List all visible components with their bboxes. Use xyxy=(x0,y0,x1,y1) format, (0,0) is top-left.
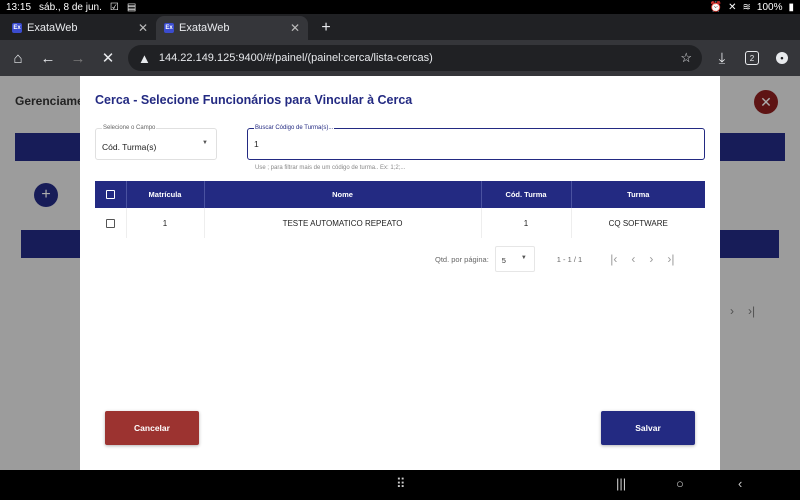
apps-grid-icon[interactable]: ⠿ xyxy=(396,476,406,492)
forward-icon[interactable]: → xyxy=(66,46,90,70)
cell-nome: TESTE AUTOMATICO REPEATO xyxy=(204,208,482,238)
address-bar[interactable]: ▲ 144.22.149.125:9400/#/painel/(painel:c… xyxy=(128,45,702,71)
back-icon[interactable]: ← xyxy=(36,46,60,70)
exataweb-favicon-icon: Ex xyxy=(164,23,174,33)
exataweb-favicon-icon: Ex xyxy=(12,23,22,33)
close-tab-icon[interactable]: ✕ xyxy=(138,21,148,35)
browser-toolbar: ⌂ ← → ✕ ▲ 144.22.149.125:9400/#/painel/(… xyxy=(0,40,800,76)
row-checkbox[interactable] xyxy=(105,218,115,228)
row-select-cell xyxy=(95,208,127,238)
page-range: 1 - 1 / 1 xyxy=(556,254,583,264)
last-page-icon[interactable]: ›| xyxy=(667,252,674,266)
chevron-down-icon: ▼ xyxy=(520,255,527,261)
save-button[interactable]: Salvar xyxy=(601,411,695,445)
document-notification-icon: ▤ xyxy=(126,1,137,13)
recents-icon[interactable]: ||| xyxy=(616,476,626,491)
new-tab-icon[interactable]: + xyxy=(314,16,338,40)
column-header-cod-turma[interactable]: Cód. Turma xyxy=(481,181,572,208)
home-icon[interactable]: ⌂ xyxy=(6,46,30,70)
battery-level: 100% xyxy=(756,1,783,13)
system-navigation-bar: ⠿ ||| ○ ‹ xyxy=(0,470,800,500)
next-page-icon[interactable]: › xyxy=(649,252,653,266)
system-back-icon[interactable]: ‹ xyxy=(738,476,742,491)
column-header-nome[interactable]: Nome xyxy=(204,181,482,208)
home-circle-icon[interactable]: ○ xyxy=(676,476,684,491)
search-label: Buscar Código de Turma(s)... xyxy=(254,125,335,131)
search-hint: Use ; para filtrar mais de um código de … xyxy=(255,165,406,171)
cell-cod-turma: 1 xyxy=(481,208,572,238)
dialog-title: Cerca - Selecione Funcionários para Vinc… xyxy=(95,93,413,107)
table-header-row: Matrícula Nome Cód. Turma Turma xyxy=(95,181,705,208)
cell-turma: CQ SOFTWARE xyxy=(608,218,668,228)
not-secure-warning-icon[interactable]: ▲ xyxy=(138,51,151,66)
mute-icon: ✕ xyxy=(728,1,737,13)
alarm-icon: ⏰ xyxy=(709,1,723,13)
tab-switcher-button[interactable]: 2 xyxy=(740,46,764,70)
reload-stop-icon[interactable]: ✕ xyxy=(96,46,120,70)
battery-icon: ▮ xyxy=(788,1,794,13)
search-input[interactable] xyxy=(254,139,674,149)
checkbox-notification-icon: ☑ xyxy=(109,1,119,13)
date: sáb., 8 de jun. xyxy=(39,1,102,13)
tab-title: ExataWeb xyxy=(179,22,230,34)
system-status-bar: 13:15 sáb., 8 de jun. ☑ ▤ ⏰ ✕ ≋ 100% ▮ xyxy=(0,0,800,14)
bookmark-star-icon[interactable]: ☆ xyxy=(680,50,692,66)
tab-count: 2 xyxy=(745,51,759,65)
paginator: Qtd. por página: 5 ▼ 1 - 1 / 1 |‹ ‹ › ›| xyxy=(435,246,674,272)
page-size-select[interactable]: 5 ▼ xyxy=(494,246,535,272)
chevron-down-icon: ▼ xyxy=(202,140,208,146)
table-row[interactable]: 1 TESTE AUTOMATICO REPEATO 1 CQ SOFTWARE xyxy=(95,208,705,238)
field-select[interactable]: Selecione o Campo Cód. Turma(s) ▼ xyxy=(95,125,217,160)
browser-tab-2[interactable]: Ex ExataWeb ✕ xyxy=(156,16,308,40)
field-select-value: Cód. Turma(s) xyxy=(102,142,157,152)
page-size-label: Qtd. por página: xyxy=(435,254,489,264)
close-tab-icon[interactable]: ✕ xyxy=(290,21,300,35)
field-select-label: Selecione o Campo xyxy=(102,125,157,131)
cerca-dialog: Cerca - Selecione Funcionários para Vinc… xyxy=(80,76,720,470)
first-page-icon[interactable]: |‹ xyxy=(610,252,617,266)
page-content: Gerenciame ✕ + › ›| Cerca - Selecione Fun… xyxy=(0,76,800,470)
wifi-icon: ≋ xyxy=(742,1,751,13)
tab-title: ExataWeb xyxy=(27,22,78,34)
column-header-turma[interactable]: Turma xyxy=(571,181,705,208)
url-text[interactable]: 144.22.149.125:9400/#/painel/(painel:cer… xyxy=(159,52,672,64)
previous-page-icon[interactable]: ‹ xyxy=(631,252,635,266)
page-size-value: 5 xyxy=(501,256,506,265)
browser-menu-icon[interactable]: • xyxy=(770,46,794,70)
browser-tab-1[interactable]: Ex ExataWeb ✕ xyxy=(4,16,156,40)
search-field[interactable]: Buscar Código de Turma(s)... xyxy=(247,125,705,160)
select-all-checkbox[interactable] xyxy=(105,190,115,200)
employees-table: Matrícula Nome Cód. Turma Turma 1 TESTE … xyxy=(95,181,705,238)
download-icon[interactable]: ⤓ xyxy=(710,46,734,70)
cancel-button[interactable]: Cancelar xyxy=(105,411,199,445)
select-all-cell xyxy=(95,181,127,208)
cell-matricula: 1 xyxy=(126,208,205,238)
browser-tab-strip: Ex ExataWeb ✕ Ex ExataWeb ✕ + xyxy=(0,14,800,40)
column-header-matricula[interactable]: Matrícula xyxy=(126,181,205,208)
clock: 13:15 xyxy=(6,1,32,13)
